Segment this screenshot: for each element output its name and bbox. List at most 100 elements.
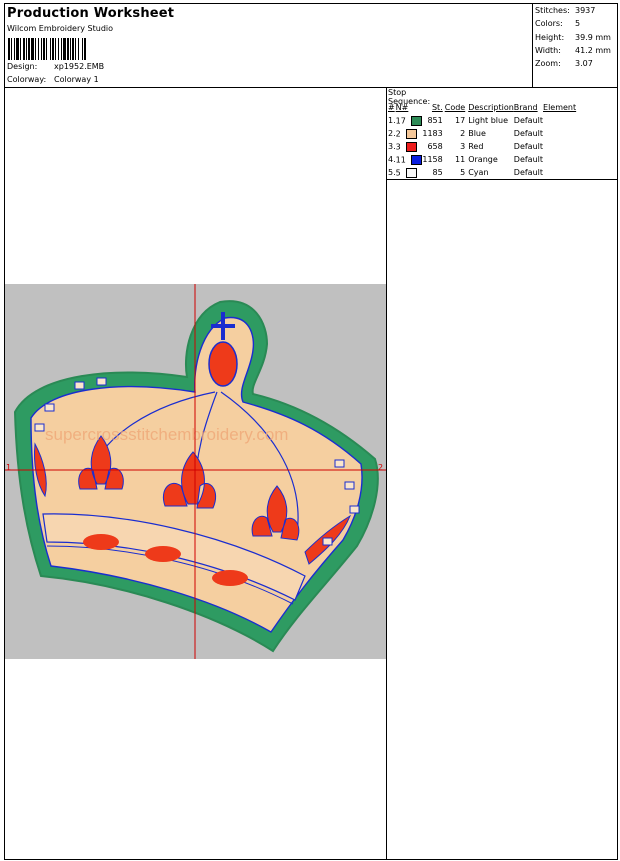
band-jewel-1 bbox=[83, 534, 119, 550]
stop-num: 4. bbox=[388, 155, 396, 164]
stop-num: 5. bbox=[388, 168, 396, 177]
stop-code: 11 bbox=[455, 155, 466, 164]
barcode-bar bbox=[31, 38, 34, 60]
stop-element bbox=[543, 140, 576, 153]
stop-row: 2. 2 1183 2 Blue Default bbox=[388, 127, 576, 140]
barcode-bar bbox=[52, 38, 54, 60]
barcode-bar bbox=[61, 38, 62, 60]
col-header-needle: N# bbox=[395, 103, 409, 112]
barcode-bar bbox=[26, 38, 27, 60]
software-name: Wilcom Embroidery Studio bbox=[7, 24, 114, 33]
stop-brand: Default bbox=[513, 155, 544, 164]
stop-needle-num: 11 bbox=[395, 155, 406, 164]
stat-colors: Colors: 5 bbox=[535, 19, 611, 32]
stop-description: Light blue bbox=[468, 116, 509, 125]
axis-label-right: 2 bbox=[378, 463, 384, 472]
stat-label: Width: bbox=[535, 45, 561, 55]
stop-sequence-table: # N# St. Code Description Brand Element … bbox=[388, 101, 576, 179]
stat-value: 5 bbox=[575, 19, 581, 29]
stop-description: Cyan bbox=[468, 168, 489, 177]
embroidery-design-preview: supercrossstitchembroidery.com bbox=[5, 284, 386, 659]
stat-label: Zoom: bbox=[535, 59, 561, 69]
barcode-bar bbox=[11, 38, 12, 60]
barcode-bar bbox=[20, 38, 21, 60]
stat-height: Height: 39.9 mm bbox=[535, 33, 611, 46]
stop-needle: 17 bbox=[396, 114, 423, 127]
barcode-bar bbox=[46, 38, 47, 60]
crown-orb bbox=[208, 341, 238, 387]
watermark-text: supercrossstitchembroidery.com bbox=[45, 425, 288, 444]
stop-element bbox=[543, 127, 576, 140]
page-title: Production Worksheet bbox=[7, 6, 175, 21]
stop-element bbox=[543, 153, 576, 166]
stat-value: 39.9 mm bbox=[575, 32, 611, 42]
color-swatch bbox=[406, 141, 418, 152]
col-header-element: Element bbox=[543, 103, 577, 112]
stop-element bbox=[543, 166, 576, 179]
stat-label: Stitches: bbox=[535, 6, 570, 15]
barcode-bar bbox=[82, 38, 83, 60]
stop-needle: 11 bbox=[396, 153, 423, 166]
stat-zoom: Zoom: 3.07 bbox=[535, 59, 611, 72]
barcode-bar bbox=[58, 38, 59, 60]
stop-row: 1. 17 851 17 Light blue Default bbox=[388, 114, 576, 127]
barcode-bar bbox=[35, 38, 36, 60]
panel-divider bbox=[386, 87, 387, 860]
stop-needle-num: 2 bbox=[395, 129, 401, 138]
barcode-bar bbox=[8, 38, 10, 60]
barcode-bar bbox=[14, 38, 15, 60]
stop-brand: Default bbox=[513, 116, 544, 125]
color-swatch bbox=[411, 115, 423, 126]
colorway-row: Colorway: Colorway 1 bbox=[7, 75, 99, 84]
stop-brand: Default bbox=[513, 142, 544, 151]
barcode-bar bbox=[38, 38, 39, 60]
colorway-value: Colorway 1 bbox=[54, 75, 99, 84]
barcode bbox=[8, 38, 86, 60]
stat-value: 41.2 mm bbox=[575, 45, 611, 55]
stop-description: Orange bbox=[468, 155, 498, 164]
barcode-bar bbox=[16, 38, 19, 60]
header-divider bbox=[4, 87, 618, 88]
barcode-bar bbox=[84, 38, 86, 60]
barcode-bar bbox=[67, 38, 69, 60]
stop-needle-num: 17 bbox=[395, 116, 406, 125]
colorway-label: Colorway: bbox=[7, 75, 47, 84]
stop-num: 2. bbox=[388, 129, 396, 138]
stop-row: 4. 11 1158 11 Orange Default bbox=[388, 153, 576, 166]
stop-needle: 5 bbox=[396, 166, 423, 179]
stops-bottom-divider bbox=[386, 179, 618, 180]
axis-label-left: 1 bbox=[6, 463, 12, 472]
stop-description: Blue bbox=[468, 129, 486, 138]
stop-stitches: 1158 bbox=[422, 155, 443, 164]
design-label: Design: bbox=[7, 62, 38, 71]
stop-brand: Default bbox=[513, 129, 544, 138]
stop-num: 3. bbox=[388, 142, 396, 151]
col-header-description: Description bbox=[468, 103, 514, 112]
band-jewel-3 bbox=[212, 570, 248, 586]
stat-stitches: Stitches: 3937 bbox=[535, 6, 611, 19]
stat-label: Height: bbox=[535, 32, 565, 42]
stop-element bbox=[543, 114, 576, 127]
barcode-bar bbox=[55, 38, 56, 60]
stop-code: 5 bbox=[460, 168, 466, 177]
stop-needle-num: 5 bbox=[395, 168, 401, 177]
design-row: Design: xp1952.EMB bbox=[7, 62, 104, 71]
barcode-bar bbox=[43, 38, 45, 60]
barcode-bar bbox=[72, 38, 74, 60]
stats-divider bbox=[532, 3, 533, 87]
band-jewel-2 bbox=[145, 546, 181, 562]
stat-value: 3937 bbox=[575, 6, 596, 15]
barcode-bar bbox=[63, 38, 66, 60]
col-header-stitches: St. bbox=[431, 103, 443, 112]
stat-value: 3.07 bbox=[575, 59, 593, 69]
barcode-bar bbox=[28, 38, 30, 60]
color-swatch bbox=[406, 167, 418, 178]
barcode-bar bbox=[78, 38, 79, 60]
col-header-num: # bbox=[388, 103, 395, 112]
barcode-bar bbox=[41, 38, 42, 60]
stop-description: Red bbox=[468, 142, 484, 151]
stat-label: Colors: bbox=[535, 19, 563, 29]
col-header-brand: Brand bbox=[513, 103, 538, 112]
stop-brand: Default bbox=[513, 168, 544, 177]
stop-stitches: 851 bbox=[427, 116, 443, 125]
